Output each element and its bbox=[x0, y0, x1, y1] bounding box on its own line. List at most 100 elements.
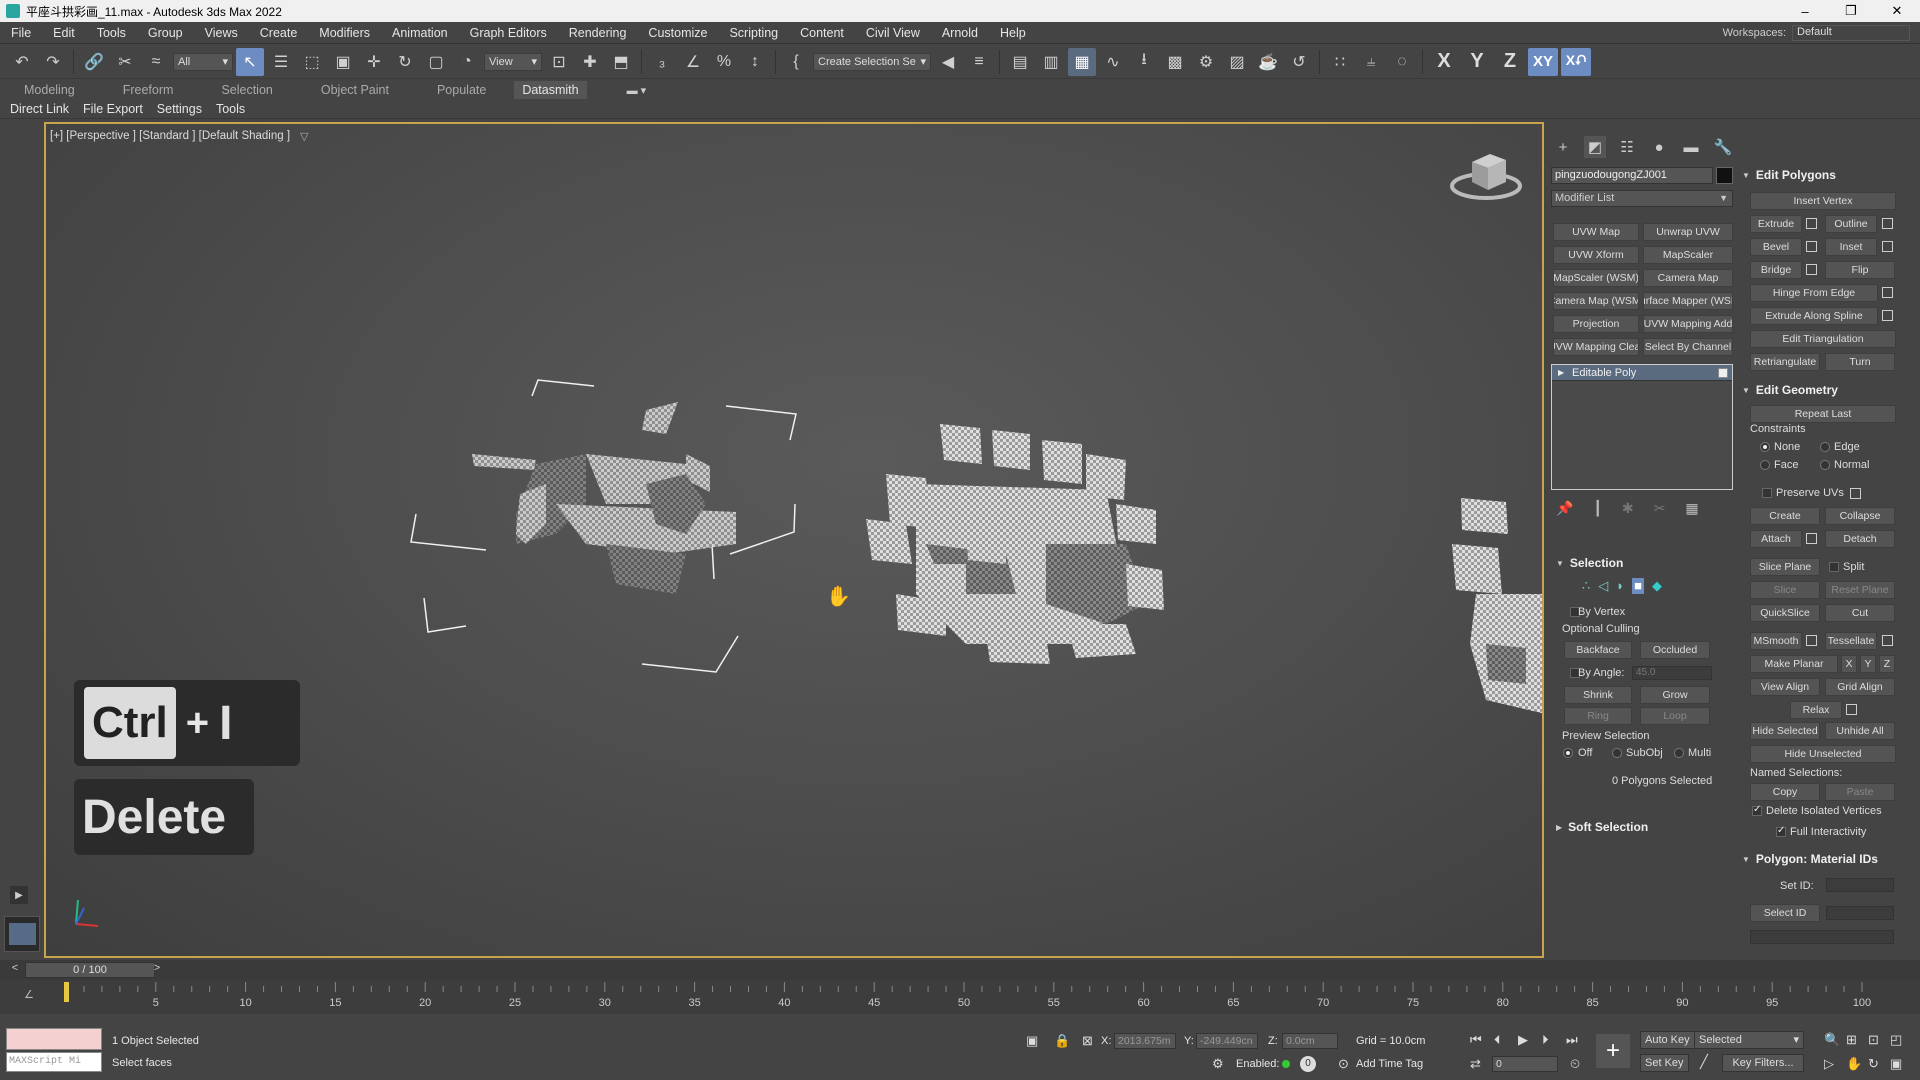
go-to-start-icon[interactable]: ⏮ bbox=[1470, 1032, 1482, 1048]
polygon-level-icon[interactable]: ■ bbox=[1632, 578, 1644, 594]
tab-freeform[interactable]: Freeform bbox=[99, 81, 198, 99]
tab-populate[interactable]: Populate bbox=[413, 81, 510, 99]
constraint-edge-radio[interactable] bbox=[1820, 442, 1830, 452]
flip-button[interactable]: Flip bbox=[1825, 261, 1895, 279]
modifier-mapscaler-wsm-button[interactable]: MapScaler (WSM) bbox=[1553, 269, 1639, 287]
element-level-icon[interactable]: ◆ bbox=[1652, 578, 1662, 594]
preview-off-radio[interactable] bbox=[1563, 748, 1573, 758]
render-production-icon[interactable]: ☕ bbox=[1254, 48, 1282, 76]
show-end-result-icon[interactable]: ┃ bbox=[1593, 500, 1601, 517]
create-button[interactable]: Create bbox=[1750, 507, 1820, 525]
placement-icon[interactable]: ◔ bbox=[453, 48, 481, 76]
key-tangent-icon[interactable]: ╱ bbox=[1700, 1054, 1708, 1070]
edge-level-icon[interactable]: ◁ bbox=[1598, 578, 1608, 594]
next-frame-button-icon[interactable]: ⏵ bbox=[1542, 1032, 1549, 1048]
hinge-from-edge-button[interactable]: Hinge From Edge bbox=[1750, 284, 1878, 302]
reference-coordinate-dropdown[interactable]: View ▾ bbox=[484, 52, 542, 71]
menu-tools[interactable]: Tools bbox=[86, 26, 137, 40]
preserve-uvs-settings-icon[interactable] bbox=[1850, 488, 1861, 499]
modifier-projection-button[interactable]: Projection bbox=[1553, 315, 1639, 333]
ruler-icon[interactable]: ⫨ bbox=[1357, 48, 1385, 76]
tab-datasmith[interactable]: Datasmith bbox=[514, 81, 587, 99]
preserve-uvs-checkbox[interactable] bbox=[1762, 488, 1772, 498]
maximize-viewport-icon[interactable]: ▣ bbox=[1890, 1056, 1902, 1072]
add-time-tag-button[interactable]: Add Time Tag bbox=[1356, 1058, 1423, 1070]
keyboard-shortcut-override-icon[interactable]: ⬒ bbox=[607, 48, 635, 76]
modifier-stack[interactable]: ▶ Editable Poly bbox=[1551, 364, 1733, 490]
move-icon[interactable]: ✛ bbox=[360, 48, 388, 76]
z-coord-field[interactable]: 0.0cm bbox=[1282, 1033, 1338, 1049]
inset-settings-icon[interactable] bbox=[1882, 241, 1893, 252]
modifier-camera-map-button[interactable]: Camera Map bbox=[1643, 269, 1733, 287]
make-planar-x-button[interactable]: X bbox=[1841, 655, 1857, 673]
insert-vertex-button[interactable]: Insert Vertex bbox=[1750, 192, 1896, 210]
modifier-uvw-mapping-clear-button[interactable]: UVW Mapping Clear bbox=[1553, 338, 1639, 356]
menu-animation[interactable]: Animation bbox=[381, 26, 459, 40]
key-filters-button[interactable]: Key Filters... bbox=[1722, 1054, 1804, 1072]
tab-modeling[interactable]: Modeling bbox=[0, 81, 99, 99]
selection-filter-dropdown[interactable]: All ▾ bbox=[173, 52, 233, 71]
cut-button[interactable]: Cut bbox=[1825, 604, 1895, 622]
zoom-extents-all-icon[interactable]: ◰ bbox=[1890, 1032, 1902, 1048]
copy-button[interactable]: Copy bbox=[1750, 783, 1820, 801]
schematic-view-icon[interactable]: ⭳ bbox=[1130, 48, 1158, 76]
attach-button[interactable]: Attach bbox=[1750, 530, 1802, 548]
render-iterative-icon[interactable]: ↺ bbox=[1285, 48, 1313, 76]
bevel-settings-icon[interactable] bbox=[1806, 241, 1817, 252]
edit-geometry-rollout-header[interactable]: ▼ Edit Geometry bbox=[1742, 381, 1838, 399]
layer-explorer-icon[interactable]: ▥ bbox=[1037, 48, 1065, 76]
ribbon-toggle-icon[interactable]: ▦ bbox=[1068, 47, 1096, 76]
scene-geometry[interactable] bbox=[46, 124, 1544, 958]
edit-triangulation-button[interactable]: Edit Triangulation bbox=[1750, 330, 1896, 348]
auto-key-button[interactable]: Auto Key bbox=[1640, 1031, 1695, 1049]
bridge-button[interactable]: Bridge bbox=[1750, 261, 1802, 279]
zoom-all-icon[interactable]: ⊞ bbox=[1846, 1032, 1857, 1048]
grid-dots-icon[interactable]: ∷ bbox=[1326, 48, 1354, 76]
close-button[interactable]: ✕ bbox=[1874, 0, 1920, 22]
object-name-field[interactable]: pingzuodougongZJ001 bbox=[1551, 167, 1713, 184]
set-keys-icon[interactable]: + bbox=[1596, 1034, 1630, 1068]
quickslice-button[interactable]: QuickSlice bbox=[1750, 604, 1820, 622]
tab-object-paint[interactable]: Object Paint bbox=[297, 81, 413, 99]
extrude-spline-settings-icon[interactable] bbox=[1882, 310, 1893, 321]
previous-frame-button-icon[interactable]: ⏴ bbox=[1494, 1032, 1501, 1048]
zoom-icon[interactable]: 🔍 bbox=[1824, 1032, 1840, 1048]
select-id-spinner[interactable] bbox=[1826, 906, 1894, 920]
set-id-spinner[interactable] bbox=[1826, 878, 1894, 892]
curve-editor-mini-icon[interactable]: ∠ bbox=[24, 988, 34, 1001]
tessellate-button[interactable]: Tessellate bbox=[1825, 632, 1877, 650]
set-key-button[interactable]: Set Key bbox=[1640, 1054, 1689, 1072]
menu-scripting[interactable]: Scripting bbox=[718, 26, 789, 40]
create-tab-icon[interactable]: + bbox=[1552, 136, 1574, 158]
menu-file[interactable]: File bbox=[0, 26, 42, 40]
axis-x-button[interactable]: X bbox=[1429, 48, 1459, 76]
collapse-button[interactable]: Collapse bbox=[1825, 507, 1895, 525]
tessellate-settings-icon[interactable] bbox=[1882, 635, 1893, 646]
ring-button[interactable]: Ring bbox=[1564, 707, 1632, 725]
viewcube-icon[interactable] bbox=[1448, 144, 1528, 204]
occluded-button[interactable]: Occluded bbox=[1640, 641, 1710, 659]
previous-frame-icon[interactable]: < bbox=[8, 962, 22, 978]
selection-rollout-header[interactable]: ▼ Selection bbox=[1556, 554, 1623, 572]
menu-graph-editors[interactable]: Graph Editors bbox=[459, 26, 558, 40]
make-planar-button[interactable]: Make Planar bbox=[1750, 655, 1838, 673]
make-planar-y-button[interactable]: Y bbox=[1860, 655, 1876, 673]
relax-button[interactable]: Relax bbox=[1790, 701, 1842, 719]
modifier-surface-mapper-button[interactable]: Surface Mapper (WSM) bbox=[1643, 292, 1733, 310]
perspective-viewport[interactable]: [+] [Perspective ] [Standard ] [Default … bbox=[44, 122, 1544, 958]
full-interactivity-checkbox[interactable] bbox=[1776, 825, 1786, 837]
absolute-mode-icon[interactable]: ⊠ bbox=[1082, 1033, 1093, 1049]
viewport-layout-thumbnail[interactable] bbox=[4, 916, 40, 952]
paste-button[interactable]: Paste bbox=[1825, 783, 1895, 801]
hinge-settings-icon[interactable] bbox=[1882, 287, 1893, 298]
extrude-settings-icon[interactable] bbox=[1806, 218, 1817, 229]
unlink-icon[interactable]: ✂ bbox=[111, 48, 139, 76]
menu-edit[interactable]: Edit bbox=[42, 26, 86, 40]
preview-multi-radio[interactable] bbox=[1674, 748, 1684, 758]
enabled-counter-icon[interactable]: 0 bbox=[1300, 1056, 1316, 1072]
select-id-button[interactable]: Select ID bbox=[1750, 904, 1820, 922]
bevel-button[interactable]: Bevel bbox=[1750, 238, 1802, 256]
modifier-toggle-icon[interactable] bbox=[1718, 368, 1728, 378]
current-frame-field[interactable]: 0 bbox=[1492, 1056, 1558, 1072]
edit-polygons-rollout-header[interactable]: ▼ Edit Polygons bbox=[1742, 166, 1836, 184]
